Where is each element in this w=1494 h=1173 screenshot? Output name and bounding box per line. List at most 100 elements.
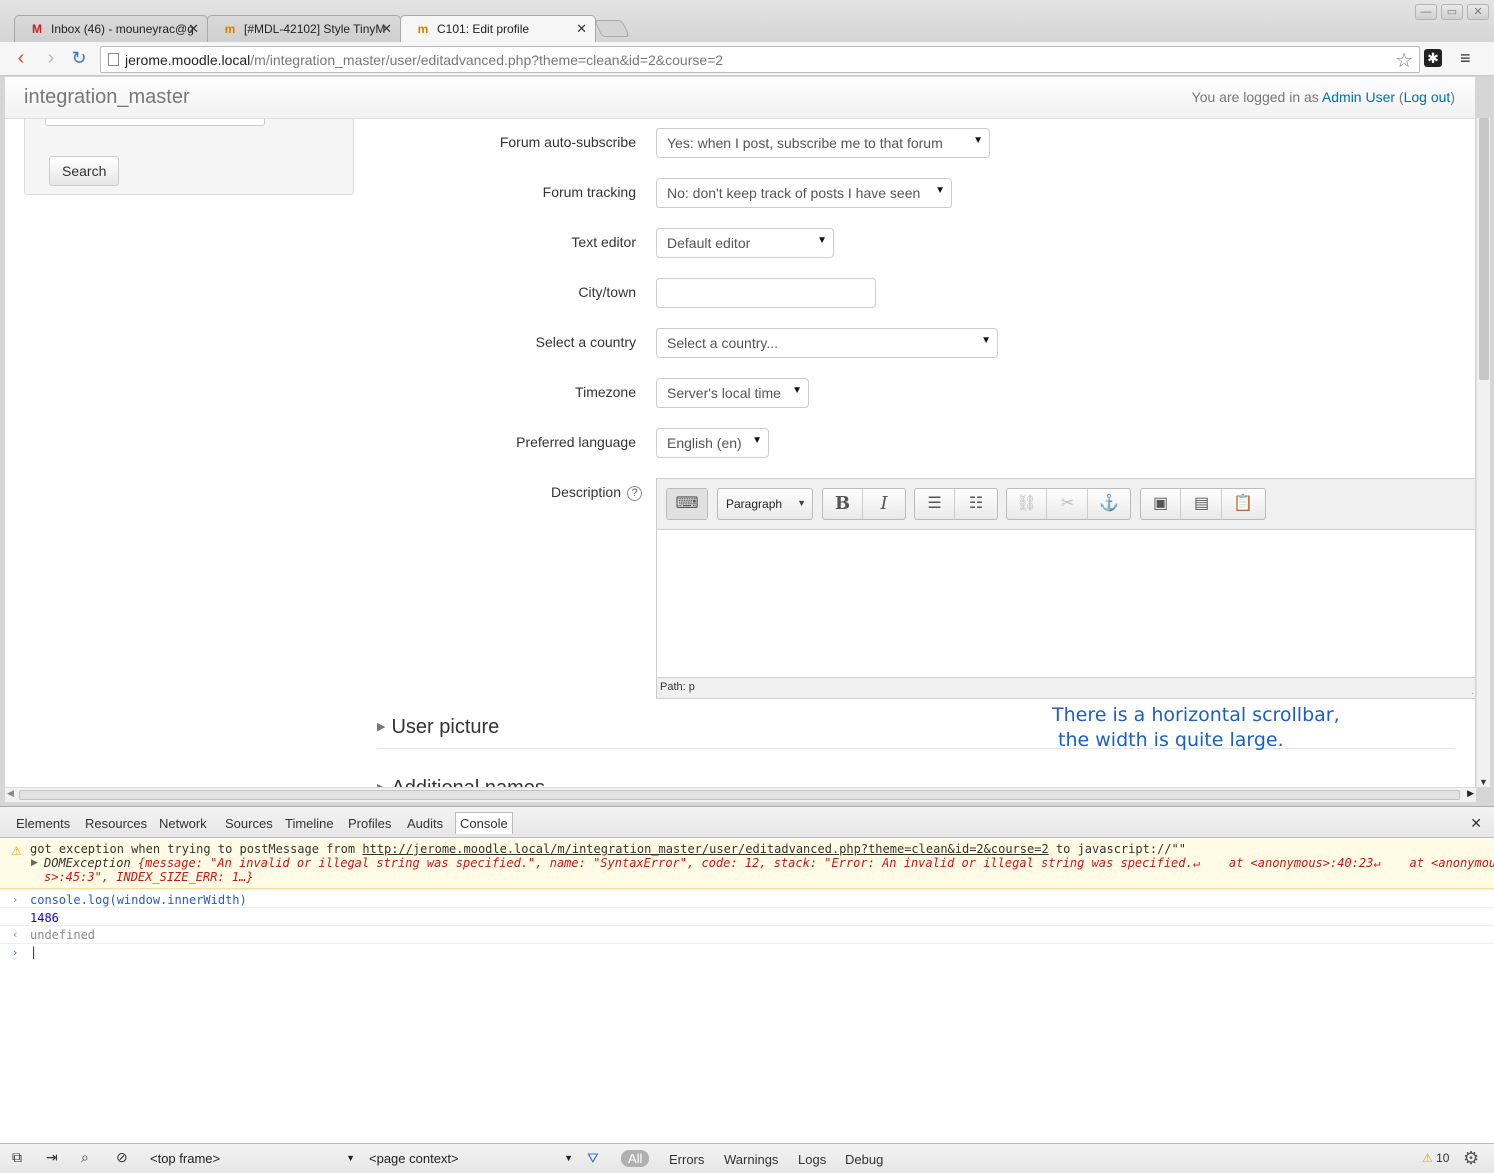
scrollbar-thumb[interactable] (1479, 118, 1489, 380)
select-value: Yes: when I post, subscribe me to that f… (667, 135, 943, 151)
select-value: Server's local time (667, 385, 781, 401)
help-icon[interactable]: ? (627, 486, 642, 501)
timezone-select[interactable]: Server's local time ▼ (656, 378, 809, 408)
text-editor-select[interactable]: Default editor ▼ (656, 228, 834, 258)
close-icon[interactable]: ✕ (381, 21, 392, 37)
scrollbar-thumb[interactable] (19, 790, 1460, 800)
console-input[interactable]: | (30, 945, 37, 959)
filter-warnings[interactable]: Warnings (724, 1152, 778, 1167)
country-label: Select a country (535, 334, 636, 350)
anchor-icon[interactable]: ⚓ (1089, 489, 1129, 519)
tab-network[interactable]: Network (159, 816, 207, 831)
tab-resources[interactable]: Resources (85, 816, 147, 831)
warning-count-value: 10 (1436, 1151, 1450, 1165)
reload-icon[interactable]: ↻ (68, 48, 90, 70)
forum-autosubscribe-select[interactable]: Yes: when I post, subscribe me to that f… (656, 128, 990, 158)
link-group: ⛓ ✂ ⚓ (1006, 488, 1131, 520)
dock-icon[interactable]: ⧉ (12, 1149, 22, 1166)
expand-triangle-icon[interactable]: ▶ (31, 858, 38, 868)
forum-autosubscribe-label: Forum auto-subscribe (499, 134, 636, 150)
tab-console[interactable]: Console (455, 812, 513, 834)
search-icon[interactable]: ⌕ (81, 1149, 89, 1166)
unlink-icon[interactable]: ✂ (1048, 489, 1088, 519)
caret-down-icon: ▼ (797, 498, 806, 508)
exception-detail: {message: "An invalid or illegal string … (130, 856, 1494, 870)
address-bar[interactable]: jerome.moodle.local/m/integration_master… (100, 46, 1420, 73)
list-group: ☰ ☷ (914, 488, 998, 520)
forum-tracking-select[interactable]: No: don't keep track of posts I have see… (656, 178, 952, 208)
close-icon[interactable]: ✕ (1470, 815, 1482, 832)
user-profile-link[interactable]: Admin User (1322, 89, 1395, 105)
keyboard-icon[interactable]: ⌨ (667, 489, 707, 519)
text-editor-label: Text editor (571, 234, 636, 250)
warning-count[interactable]: ⚠ 10 (1422, 1151, 1449, 1165)
tab-sources[interactable]: Sources (225, 816, 273, 831)
bookmark-star-icon[interactable]: ☆ (1395, 48, 1413, 73)
scroll-left-icon[interactable]: ◀ (7, 788, 14, 799)
context-select[interactable]: <page context> ▼ (369, 1151, 573, 1166)
city-input[interactable] (656, 278, 876, 308)
filter-all-button[interactable]: All (621, 1150, 650, 1167)
warning-suffix: to javascript://"" (1048, 842, 1186, 856)
menu-icon[interactable]: ≡ (1460, 49, 1476, 67)
logout-open: ( (1395, 89, 1404, 105)
exception-name: DOMException (44, 856, 131, 870)
filter-icon[interactable]: ⛛ (587, 1150, 599, 1167)
browser-tab-edit-profile[interactable]: m C101: Edit profile ✕ (400, 15, 596, 43)
scroll-right-icon[interactable]: ▶ (1467, 788, 1474, 799)
maximize-icon[interactable]: ▭ (1441, 4, 1463, 20)
horizontal-scrollbar[interactable]: ◀ ▶ (5, 787, 1476, 802)
select-value: English (en) (667, 435, 742, 451)
tab-profiles[interactable]: Profiles (348, 816, 391, 831)
description-label-text: Description (550, 484, 621, 500)
tab-timeline[interactable]: Timeline (285, 816, 334, 831)
exception-object[interactable]: DOMException {message: "An invalid or il… (44, 856, 1494, 870)
gear-icon[interactable]: ⚙ (1463, 1148, 1479, 1169)
tab-elements[interactable]: Elements (16, 816, 70, 831)
logout-link[interactable]: Log out (1404, 89, 1451, 105)
window-close-icon[interactable]: ✕ (1467, 4, 1489, 20)
new-tab-button[interactable] (594, 20, 630, 37)
caret-down-icon: ▼ (792, 385, 802, 396)
filter-logs[interactable]: Logs (798, 1152, 826, 1167)
browser-tab-gmail[interactable]: M Inbox (46) - mouneyrac@g ✕ (14, 15, 208, 42)
paste-icon[interactable]: 📋 (1223, 489, 1263, 519)
image-icon[interactable]: ▣ (1141, 489, 1181, 519)
filter-debug[interactable]: Debug (845, 1152, 883, 1167)
frame-select[interactable]: <top frame> ▼ (150, 1151, 355, 1166)
console-log-output: 1486 (30, 911, 59, 925)
filter-errors[interactable]: Errors (669, 1152, 704, 1167)
logout-close: ) (1450, 89, 1455, 105)
forward-icon[interactable]: › (40, 48, 62, 70)
bullet-list-icon[interactable]: ☰ (915, 489, 955, 519)
clear-console-icon[interactable]: ⊘ (116, 1149, 128, 1166)
media-icon[interactable]: ▤ (1182, 489, 1222, 519)
additional-names-section[interactable]: ▶Additional names (377, 777, 545, 787)
tab-title: C101: Edit profile (437, 22, 530, 36)
country-select[interactable]: Select a country... ▼ (656, 328, 998, 358)
search-button[interactable]: Search (49, 156, 120, 186)
console-divider (0, 889, 1494, 890)
extension-icon[interactable]: ✱ (1424, 49, 1442, 67)
editor-content-area[interactable] (657, 531, 1475, 678)
scroll-down-icon[interactable]: ▼ (1479, 777, 1488, 787)
resize-handle-icon[interactable]: ⋰ (1471, 685, 1475, 696)
warning-text: got exception when trying to postMessage… (30, 842, 1186, 856)
minimize-icon[interactable]: — (1415, 4, 1437, 20)
back-icon[interactable]: ‹ (10, 48, 32, 70)
close-icon[interactable]: ✕ (188, 21, 199, 37)
drawer-icon[interactable]: ⇥ (46, 1149, 58, 1166)
vertical-scrollbar[interactable]: ▼ (1476, 118, 1490, 787)
site-brand[interactable]: integration_master (24, 86, 190, 109)
tab-audits[interactable]: Audits (407, 816, 443, 831)
italic-icon[interactable]: I (864, 489, 904, 519)
language-select[interactable]: English (en) ▼ (656, 428, 769, 458)
format-select[interactable]: Paragraph ▼ (717, 488, 813, 520)
warning-url-link[interactable]: http://jerome.moodle.local/m/integration… (362, 842, 1048, 856)
bold-icon[interactable]: B (823, 489, 863, 519)
numbered-list-icon[interactable]: ☷ (956, 489, 996, 519)
user-picture-section[interactable]: ▶ User picture (377, 716, 499, 739)
close-icon[interactable]: ✕ (576, 21, 587, 37)
link-icon[interactable]: ⛓ (1007, 489, 1047, 519)
browser-tab-mdl[interactable]: m [#MDL-42102] Style TinyM ✕ (207, 15, 401, 42)
